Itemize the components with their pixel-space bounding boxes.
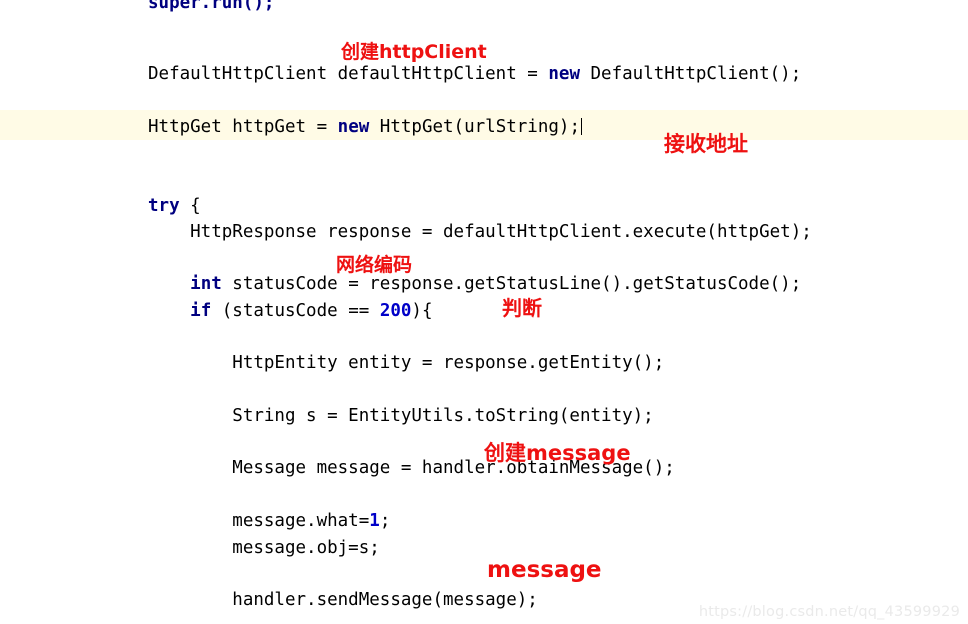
text-cursor [580, 118, 582, 135]
line-message-what[interactable]: message.what=1; [148, 510, 390, 532]
annotation-message: message [487, 557, 602, 583]
code-editor-screenshot: super.run(); DefaultHttpClient defaultHtt… [0, 0, 968, 624]
line-default-client[interactable]: DefaultHttpClient defaultHttpClient = ne… [148, 63, 801, 85]
line-try[interactable]: try { [148, 195, 201, 217]
line-send-message[interactable]: handler.sendMessage(message); [148, 589, 538, 611]
line-message-obj[interactable]: message.obj=s; [148, 537, 380, 559]
annotation-receive-address: 接收地址 [664, 132, 748, 156]
annotation-judge: 判断 [502, 296, 542, 320]
annotation-create-httpclient: 创建httpClient [341, 41, 487, 63]
watermark-text: https://blog.csdn.net/qq_43599929 [698, 604, 960, 620]
line-httpget[interactable]: HttpGet httpGet = new HttpGet(urlString)… [148, 116, 582, 138]
line-if-status[interactable]: if (statusCode == 200){ [148, 300, 432, 322]
line-statuscode[interactable]: int statusCode = response.getStatusLine(… [148, 273, 801, 295]
line-response[interactable]: HttpResponse response = defaultHttpClien… [148, 221, 812, 243]
line-super-run[interactable]: super.run(); [148, 0, 274, 14]
line-string-s[interactable]: String s = EntityUtils.toString(entity); [148, 405, 653, 427]
line-entity[interactable]: HttpEntity entity = response.getEntity()… [148, 352, 664, 374]
annotation-create-message: 创建message [484, 441, 631, 465]
annotation-network-code: 网络编码 [336, 254, 413, 276]
